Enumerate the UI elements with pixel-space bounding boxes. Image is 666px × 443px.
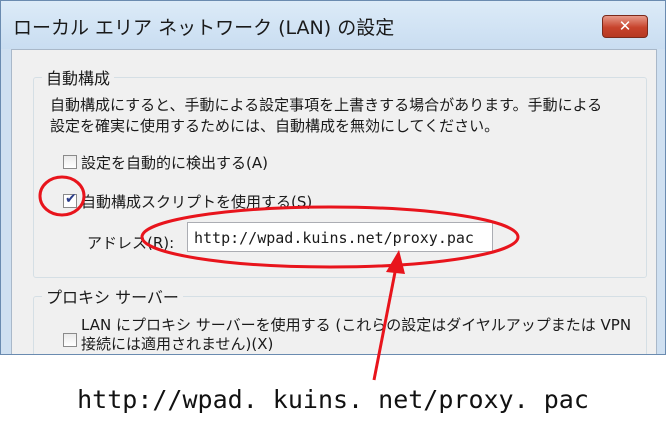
arrow-head-icon <box>386 250 405 274</box>
address-highlight-ellipse <box>140 205 520 269</box>
checkbox-highlight-circle <box>38 175 86 217</box>
proxy-url-caption: http://wpad. kuins. net/proxy. pac <box>77 385 589 414</box>
arrow-shaft <box>372 261 399 381</box>
annotation-overlay <box>38 175 520 381</box>
